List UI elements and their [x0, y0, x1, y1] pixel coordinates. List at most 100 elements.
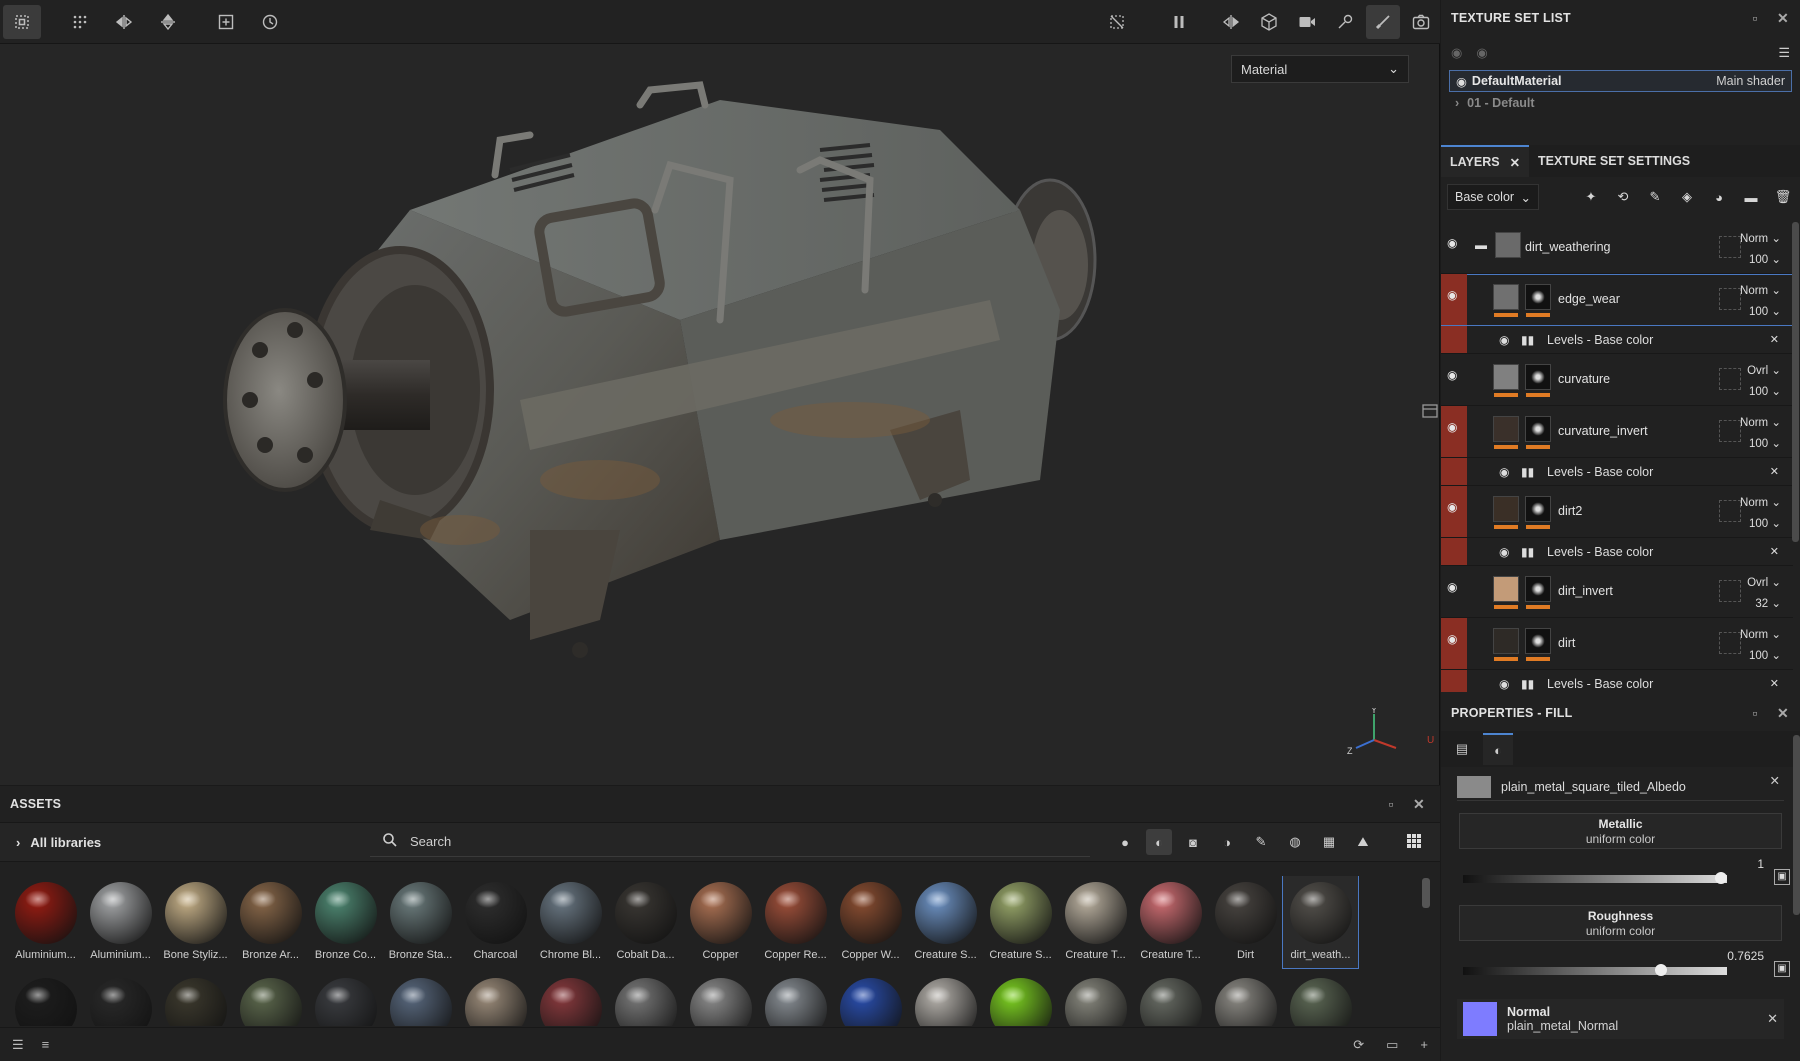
viewport[interactable]: Material ⌄ Y Z U [0, 0, 1440, 785]
link-map-icon[interactable]: ▣ [1774, 869, 1790, 885]
roughness-slider[interactable] [1463, 964, 1727, 976]
filter-masks-icon[interactable]: ◙ [1180, 829, 1206, 855]
asset-tile[interactable] [1058, 972, 1133, 1026]
layer-blend[interactable]: Norm ⌄ 100 ⌄ [1740, 413, 1781, 455]
material-mode-select[interactable]: Material ⌄ [1231, 55, 1409, 83]
asset-tile[interactable] [683, 972, 758, 1026]
opacity-value[interactable]: 100 [1749, 306, 1768, 318]
asset-tile[interactable] [233, 972, 308, 1026]
asset-tile[interactable]: Cobalt Da... [608, 876, 683, 968]
opacity-value[interactable]: 100 [1749, 438, 1768, 450]
add-fill-layer-icon[interactable]: ◈ [1676, 186, 1698, 208]
add-frame-icon[interactable] [207, 5, 245, 39]
layer-row[interactable]: ◉ dirt_invert Ovrl ⌄ 32 ⌄ [1441, 566, 1793, 618]
filter-textures-icon[interactable]: ◍ [1282, 829, 1308, 855]
viewport-frame-icon[interactable] [1421, 400, 1439, 424]
remove-icon[interactable]: ✕ [1767, 1011, 1778, 1027]
undock-icon[interactable]: ▫ [1748, 706, 1762, 720]
layer-blend[interactable]: Norm ⌄ 100 ⌄ [1740, 229, 1781, 271]
eye-icon[interactable]: ◉ [1447, 580, 1457, 594]
hide-icon[interactable] [1100, 5, 1134, 39]
add-effect-icon[interactable]: ✦ [1580, 186, 1602, 208]
eye-icon[interactable]: ◉ [1447, 368, 1457, 382]
layer-fill-thumbnail[interactable] [1493, 496, 1519, 529]
albedo-map-slot[interactable]: plain_metal_square_tiled_Albedo ✕ [1457, 773, 1784, 801]
eye-icon[interactable]: ◉ [1499, 333, 1509, 347]
asset-tile[interactable] [458, 972, 533, 1026]
grid-icon[interactable] [61, 5, 99, 39]
normal-map-slot[interactable]: Normal plain_metal_Normal ✕ [1457, 999, 1784, 1039]
link-map-icon[interactable]: ▣ [1774, 961, 1790, 977]
layer-effect-row[interactable]: ◉ ▮▮ Levels - Base color ✕ [1441, 326, 1793, 354]
asset-tile[interactable]: Copper [683, 876, 758, 968]
asset-tile[interactable]: Bone Styliz... [158, 876, 233, 968]
opacity-value[interactable]: 100 [1749, 386, 1768, 398]
blend-mode[interactable]: Norm [1740, 417, 1768, 429]
layer-fill-thumbnail[interactable] [1493, 364, 1519, 397]
remove-icon[interactable]: ✕ [1770, 773, 1780, 788]
remove-icon[interactable]: ✕ [1770, 677, 1779, 690]
filter-brushes-icon[interactable]: ✎ [1248, 829, 1274, 855]
mask-slot[interactable] [1719, 580, 1741, 602]
assets-scrollbar[interactable] [1422, 878, 1430, 908]
properties-scrollbar[interactable] [1793, 735, 1800, 915]
filter-materials-icon[interactable]: ● [1112, 829, 1138, 855]
layer-mask-thumbnail[interactable] [1525, 496, 1551, 529]
asset-tile[interactable]: Creature T... [1133, 876, 1208, 968]
list-view-icon[interactable]: ≡ [42, 1037, 50, 1052]
layer-fill-thumbnail[interactable] [1493, 628, 1519, 661]
filter-smart-materials-icon[interactable]: ◐ [1146, 829, 1172, 855]
grid-view-icon[interactable] [1406, 833, 1422, 852]
library-selector[interactable]: › All libraries [0, 835, 370, 850]
tab-texture-set-settings[interactable]: TEXTURE SET SETTINGS [1529, 145, 1699, 177]
eye-icon[interactable]: ◉ [1447, 500, 1457, 514]
filter-generators-icon[interactable]: ◑ [1214, 829, 1240, 855]
mirror-y-icon[interactable] [149, 5, 187, 39]
hide-all-icon[interactable]: ◉ [1451, 45, 1462, 61]
layer-fill-thumbnail[interactable] [1493, 576, 1519, 609]
asset-tile[interactable]: Bronze Sta... [383, 876, 458, 968]
cube-icon[interactable] [1252, 5, 1286, 39]
layer-blend[interactable]: Norm ⌄ 100 ⌄ [1740, 493, 1781, 535]
asset-tile[interactable] [1208, 972, 1283, 1026]
layer-fill-thumbnail[interactable] [1495, 232, 1521, 258]
asset-tile[interactable]: Dirt [1208, 876, 1283, 968]
opacity-value[interactable]: 100 [1749, 650, 1768, 662]
close-icon[interactable]: ✕ [1412, 797, 1426, 811]
add-smart-material-icon[interactable]: ◕ [1708, 186, 1730, 208]
layer-mask-thumbnail[interactable] [1525, 628, 1551, 661]
layer-fill-thumbnail[interactable] [1493, 284, 1519, 317]
texture-set-shader[interactable]: Main shader [1716, 74, 1785, 88]
layer-fill-thumbnail[interactable] [1493, 416, 1519, 449]
eye-icon[interactable]: ◉ [1447, 288, 1457, 302]
layer-effect-row[interactable]: ◉ ▮▮ Levels - Base color ✕ [1441, 670, 1793, 692]
layer-row[interactable]: ◉ curvature_invert Norm ⌄ 100 ⌄ [1441, 406, 1793, 458]
tab-layers[interactable]: LAYERS ✕ [1441, 145, 1530, 177]
blend-mode[interactable]: Norm [1740, 233, 1768, 245]
layer-blend[interactable]: Norm ⌄ 100 ⌄ [1740, 281, 1781, 323]
channel-select[interactable]: Base color ⌄ [1447, 184, 1539, 210]
asset-search-input[interactable]: Search [370, 827, 1090, 857]
layer-effect-row[interactable]: ◉ ▮▮ Levels - Base color ✕ [1441, 538, 1793, 566]
delete-icon[interactable]: 🗑 [1772, 186, 1794, 208]
folder-icon[interactable]: ▭ [1386, 1037, 1398, 1053]
folder-icon[interactable]: ▬ [1475, 238, 1487, 252]
filter-environments-icon[interactable]: ⛰ [1350, 829, 1376, 855]
mask-slot[interactable] [1719, 632, 1741, 654]
layer-row[interactable]: ◉ ▬ dirt_weathering Norm ⌄ 100 ⌄ [1441, 222, 1793, 274]
layers-scrollbar[interactable] [1792, 222, 1799, 542]
asset-tile[interactable] [983, 972, 1058, 1026]
metallic-channel[interactable]: Metallic uniform color [1459, 813, 1782, 849]
asset-tile[interactable]: Copper Re... [758, 876, 833, 968]
asset-tile[interactable]: Copper W... [833, 876, 908, 968]
eye-icon[interactable]: ◉ [1447, 632, 1457, 646]
asset-tile[interactable]: Creature S... [908, 876, 983, 968]
slider-knob[interactable] [1715, 872, 1727, 884]
add-mask-icon[interactable]: ⟲ [1612, 186, 1634, 208]
blend-mode[interactable]: Norm [1740, 285, 1768, 297]
remove-icon[interactable]: ✕ [1770, 333, 1779, 346]
mask-slot[interactable] [1719, 288, 1741, 310]
menu-icon[interactable]: ☰ [1778, 45, 1790, 61]
asset-tile[interactable] [1133, 972, 1208, 1026]
pause-icon[interactable] [1162, 5, 1196, 39]
